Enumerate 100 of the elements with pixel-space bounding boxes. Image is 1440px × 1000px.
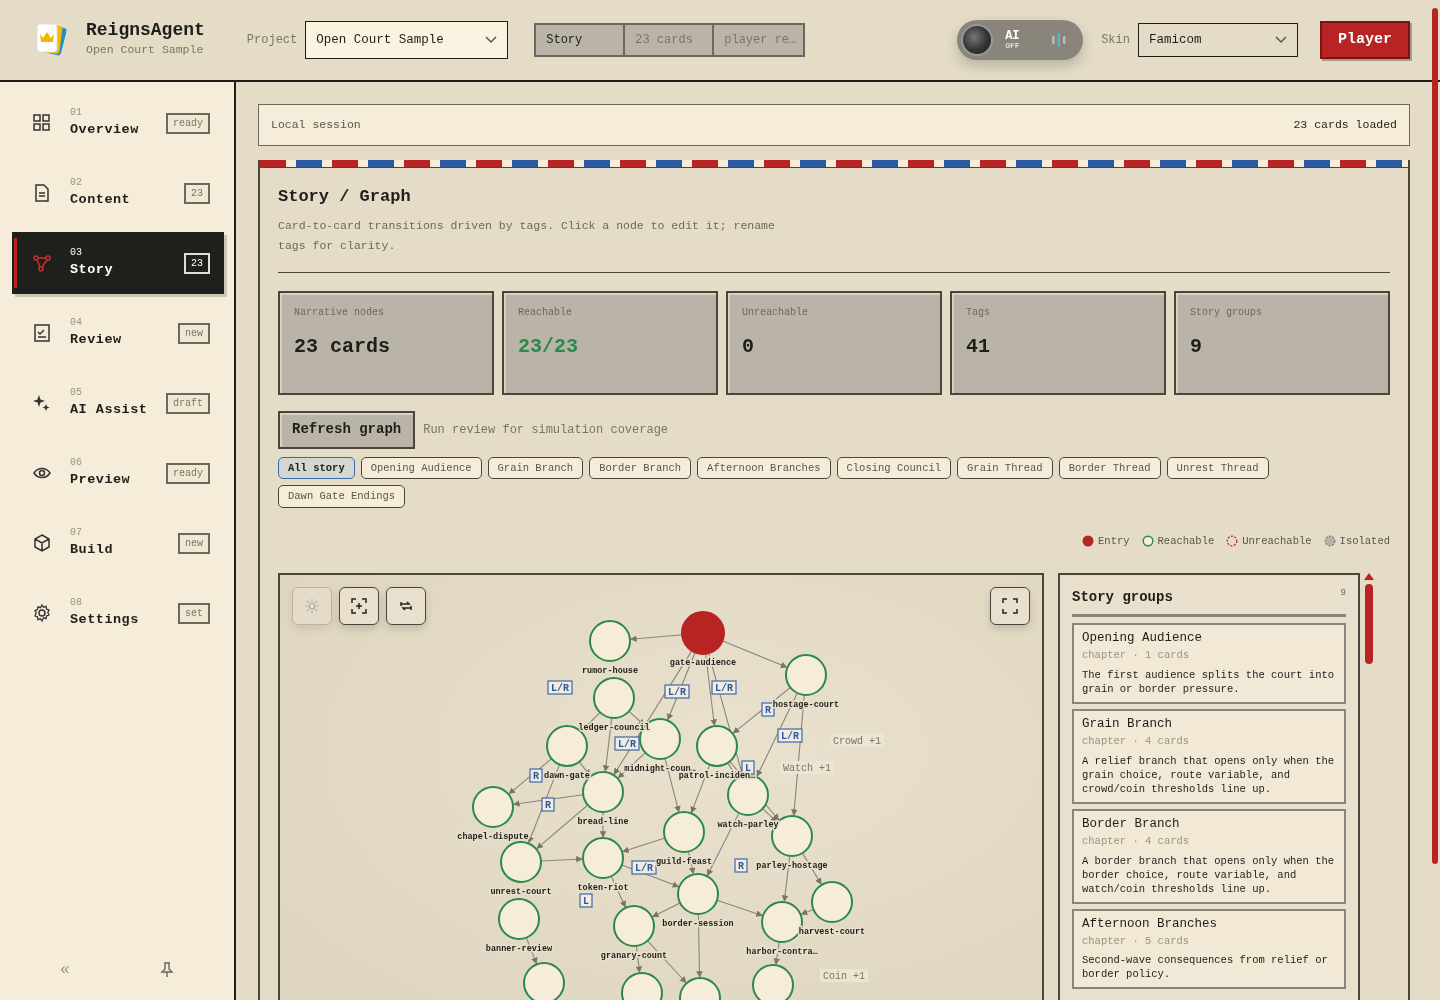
node-label: granary-count [600, 951, 668, 962]
scroll-up-icon[interactable] [1364, 573, 1374, 581]
ai-toggle[interactable]: AI OFF [957, 20, 1084, 60]
legend-label: Unreachable [1242, 533, 1312, 549]
graph-node[interactable] [696, 725, 738, 768]
toolbar-button[interactable] [386, 587, 426, 626]
legend-label: Reachable [1157, 533, 1215, 549]
count-label: 9 [1340, 587, 1346, 601]
filter-chip[interactable]: All story [278, 456, 355, 479]
choice-tag: L/R [664, 684, 690, 699]
graph-node[interactable] [500, 841, 542, 884]
panel-description: Card-to-card transitions driven by tags. Click a node to edit it; rename tags for clarity. [278, 217, 776, 254]
panel-title: Story groups [1072, 588, 1173, 608]
graph-node[interactable] [621, 972, 663, 1000]
toolbar-button[interactable] [339, 587, 379, 626]
sidebar-item[interactable]: 02 Content 23 [12, 162, 224, 224]
graph-node[interactable] [752, 964, 794, 1000]
sidebar-item[interactable]: 03 Story 23 [12, 232, 224, 294]
filter-chip[interactable]: Dawn Gate Endings [278, 485, 406, 508]
filter-chip[interactable]: Closing Council [836, 456, 952, 479]
graph-node[interactable] [681, 611, 725, 656]
stat-label: Reachable [518, 305, 573, 320]
status-badge: 23 [184, 182, 210, 204]
group-meta: chapter · 4 cards [1082, 734, 1191, 749]
group-description: A relief branch that opens only when the grain choice, route variable, and crowd/coin thresholds line up. [1082, 753, 1336, 796]
graph-node[interactable] [811, 881, 853, 924]
connector-arrow [800, 909, 814, 916]
effect-label: Coin +1 [820, 969, 868, 983]
sidebar-item[interactable]: 08 Settings set [12, 582, 224, 644]
refresh-button[interactable]: Refresh graph [278, 410, 416, 449]
filter-chip[interactable]: Grain Thread [957, 456, 1053, 479]
sidebar-item[interactable]: 05 AI Assist draft [12, 372, 224, 434]
filled-dot-icon [1082, 535, 1095, 548]
graph-node[interactable] [472, 786, 514, 829]
stat-value: 0 [742, 333, 755, 360]
choice-tag: R [541, 797, 555, 812]
sparkle-icon [32, 393, 52, 413]
graph-node[interactable] [785, 654, 827, 697]
filter-chip[interactable]: Border Thread [1058, 456, 1161, 479]
choice-tag: R [529, 768, 543, 783]
cards-status: 23 cards loaded [1293, 117, 1397, 134]
sidebar-item[interactable]: 06 Preview ready [12, 442, 224, 504]
group-card[interactable]: Grain Branch chapter · 4 cards A relief branch that opens only when the grain choice, route variable, and crowd/coin thresholds line up. [1072, 709, 1346, 804]
node-label: bread-line [577, 817, 629, 828]
node-label: unrest-court [490, 887, 552, 898]
filter-chip[interactable]: Border Branch [589, 456, 692, 479]
connector-arrow [652, 902, 681, 918]
pin-icon[interactable] [160, 962, 174, 978]
effect-label: Crowd +1 [830, 734, 884, 748]
fullscreen-button[interactable] [990, 587, 1030, 626]
filter-chip[interactable]: Opening Audience [360, 456, 482, 479]
status-badge: ready [166, 462, 210, 484]
group-card[interactable]: Afternoon Branches chapter · 5 cards Second-wave consequences from relief or border policy. [1072, 908, 1346, 990]
filter-chip[interactable]: Afternoon Branches [697, 456, 831, 479]
checklist-icon [32, 323, 52, 343]
choice-tag: L [579, 893, 593, 908]
sidebar-item[interactable]: 07 Build new [12, 512, 224, 574]
app-name: ReignsAgent [86, 21, 205, 42]
graph-node[interactable] [523, 962, 565, 1000]
sidebar-item[interactable]: 04 Review new [12, 302, 224, 364]
graph-node[interactable] [589, 620, 631, 663]
panel-title: Story / Graph [278, 186, 412, 208]
node-label: gate-audience [669, 658, 737, 669]
graph-node[interactable] [663, 811, 705, 854]
filter-chip[interactable]: Unrest Thread [1166, 456, 1269, 479]
legend-label: Isolated [1339, 533, 1390, 549]
filter-chip[interactable]: Grain Branch [487, 456, 584, 479]
skin-select[interactable]: Famicom [1138, 23, 1298, 57]
stat-label: Tags [966, 305, 991, 320]
scrollbar-thumb[interactable] [1365, 584, 1373, 665]
graph-node[interactable] [498, 898, 540, 941]
group-card[interactable]: Opening Audience chapter · 1 cards The first audience splits the court into grain or border pressure. [1072, 623, 1346, 704]
group-title: Opening Audience [1082, 630, 1204, 647]
graph-icon [32, 253, 52, 273]
connector-arrow [540, 856, 583, 863]
graph-node[interactable] [679, 977, 721, 1000]
status-badge: new [178, 322, 210, 344]
graph-node[interactable] [593, 677, 635, 720]
project-select[interactable]: Open Court Sample [305, 21, 509, 59]
graph-node[interactable] [582, 837, 624, 880]
grid-icon [32, 113, 52, 133]
choice-tag: L/R [547, 680, 573, 695]
sidebar-item[interactable]: 01 Overview ready [12, 92, 224, 154]
connector-arrow [622, 837, 666, 854]
group-description: The first audience splits the court into grain or border pressure. [1082, 668, 1336, 696]
node-label: token-riot [577, 883, 629, 894]
graph-node[interactable] [613, 905, 655, 948]
group-title: Grain Branch [1082, 716, 1173, 732]
graph-node[interactable] [677, 873, 719, 916]
group-card[interactable]: Border Branch chapter · 4 cards A border branch that opens only when the border choice, route variable, and watch/coin thresholds line up. [1072, 808, 1346, 904]
field-label: Skin [1101, 32, 1130, 49]
choice-tag: L/R [631, 860, 657, 875]
dashed-ring-icon [1226, 535, 1239, 548]
group-description: A border branch that opens only when the border choice, route variable, and watch/coin thresholds line up. [1082, 853, 1336, 896]
app-subtitle: Open Court Sample [86, 42, 205, 59]
session-label: Local session [271, 117, 361, 134]
stat-label: Narrative nodes [294, 305, 385, 320]
player-button[interactable]: Player [1320, 21, 1410, 59]
scrollbar-thumb[interactable] [1432, 8, 1438, 864]
equalizer-icon [1051, 33, 1068, 47]
